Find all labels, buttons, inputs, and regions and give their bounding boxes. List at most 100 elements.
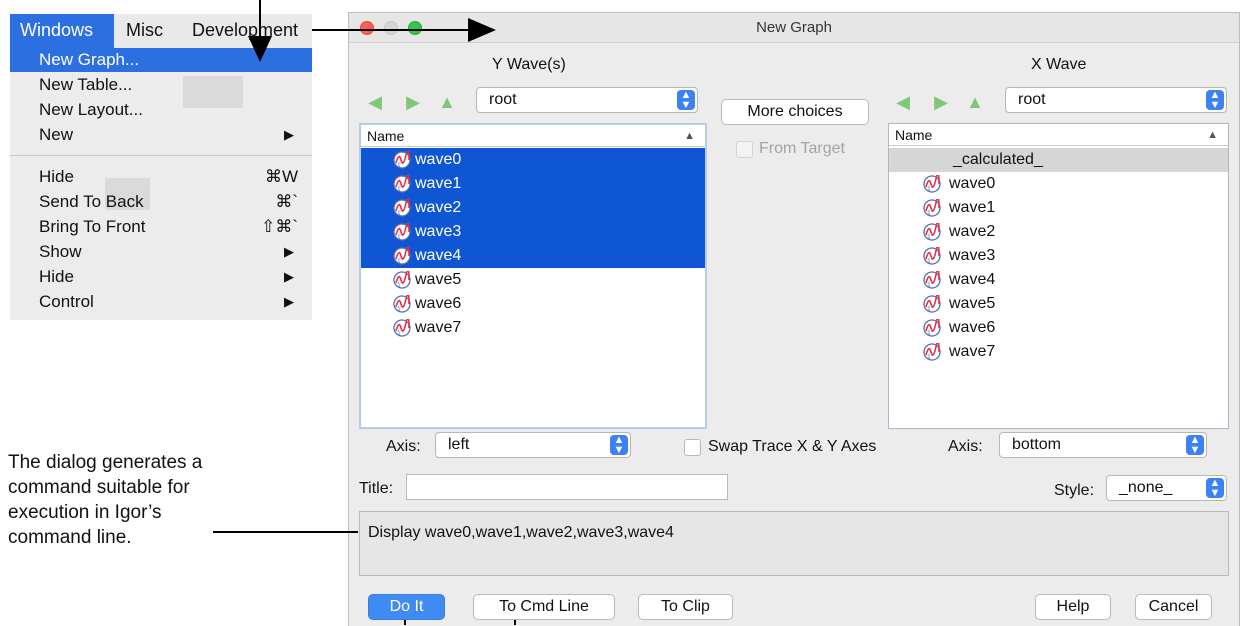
svg-text:1: 1 [927,210,931,217]
svg-text:1: 1 [397,330,401,337]
submenu-arrow-icon: ▶ [284,294,294,309]
list-item[interactable]: 1 wave6 [889,316,1228,340]
menu-item-hide-submenu[interactable]: Hide ▶ [10,265,312,289]
svg-text:1: 1 [927,186,931,193]
to-clip-button[interactable]: To Clip [638,594,733,620]
menu-item-send-to-back[interactable]: Send To Back ⌘` [10,190,312,214]
list-item[interactable]: 1 wave0 [889,172,1228,196]
menu-item-hide[interactable]: Hide ⌘W [10,165,312,189]
popup-stepper-icon: ▲ ▼ [1186,435,1204,456]
sort-ascending-icon: ▲ [1207,129,1218,141]
more-choices-button[interactable]: More choices [721,99,869,125]
menu-item-control[interactable]: Control ▶ [10,290,312,314]
left-axis-popup[interactable]: left ▲ ▼ [435,432,631,458]
title-input[interactable] [406,474,728,500]
up-arrow-icon[interactable]: ▲ [965,92,985,112]
wave-icon: 1 [393,220,411,241]
callout-line [213,531,358,533]
forward-arrow-icon[interactable]: ▶ [403,92,423,112]
back-arrow-icon[interactable]: ◀ [893,92,913,112]
windows-menu-dropdown: New Graph... New Table... New Layout... … [10,48,312,320]
annotation-line: execution in Igor’s [8,502,162,523]
list-item-calculated[interactable]: _calculated_ [889,148,1228,172]
from-target-checkbox[interactable] [736,141,753,158]
do-it-button[interactable]: Do It [368,594,445,620]
wave-icon: 1 [393,196,411,217]
menu-item-new-layout[interactable]: New Layout... [10,98,312,122]
wave-icon: 1 [923,196,941,217]
y-waves-list[interactable]: Name ▲ 1 wave0 1 wave1 1 wave2 1 wave3 1 wave4 1 wa… [359,123,707,429]
list-item[interactable]: 1 wave7 [361,316,705,340]
svg-text:1: 1 [397,186,401,193]
list-item[interactable]: 1 wave2 [361,196,705,220]
style-value: _none_ [1119,479,1173,496]
svg-text:1: 1 [927,354,931,361]
list-item[interactable]: 1 wave7 [889,340,1228,364]
title-label: Title: [359,480,394,497]
menu-item-bring-to-front[interactable]: Bring To Front ⇧⌘` [10,215,312,239]
list-item[interactable]: 1 wave0 [361,148,705,172]
command-text-area[interactable]: Display wave0,wave1,wave2,wave3,wave4 [359,511,1229,576]
list-item-label: wave6 [415,295,462,312]
list-item[interactable]: 1 wave4 [889,268,1228,292]
column-header-name: Name [895,127,933,143]
annotation-text: The dialog generates a command suitable … [8,450,338,550]
swap-axes-checkbox[interactable] [684,439,701,456]
menu-item-new[interactable]: New ▶ [10,123,312,147]
back-arrow-icon[interactable]: ◀ [365,92,385,112]
x-wave-list[interactable]: Name ▲ _calculated_ 1 wave0 1 wave1 1 wave2 1 w… [888,123,1229,429]
menu-item-label: Show [39,242,82,261]
svg-text:1: 1 [397,258,401,265]
menu-development[interactable]: Development [182,14,312,48]
callout-line [404,620,406,625]
y-folder-value: root [489,91,517,108]
list-item[interactable]: 1 wave4 [361,244,705,268]
list-item-label: wave7 [415,319,462,336]
menu-item-label: New Layout... [39,100,143,119]
list-item[interactable]: 1 wave3 [889,244,1228,268]
shortcut-label: ⇧⌘` [261,217,298,236]
wave-icon: 1 [393,292,411,313]
menu-item-new-table[interactable]: New Table... [10,73,312,97]
right-axis-popup[interactable]: bottom ▲ ▼ [999,432,1207,458]
x-folder-popup[interactable]: root ▲ ▼ [1005,87,1227,113]
menu-item-label: Hide [39,167,74,186]
list-item[interactable]: 1 wave5 [889,292,1228,316]
from-target-label: From Target [759,140,845,157]
forward-arrow-icon[interactable]: ▶ [931,92,951,112]
menu-misc[interactable]: Misc [116,14,178,48]
list-item[interactable]: 1 wave6 [361,292,705,316]
up-arrow-icon[interactable]: ▲ [437,92,457,112]
x-folder-value: root [1018,91,1046,108]
y-list-header[interactable]: Name ▲ [361,125,705,147]
svg-text:1: 1 [397,162,401,169]
list-item-label: wave4 [415,247,462,264]
list-item-label: wave4 [949,271,996,288]
list-item-label: wave3 [415,223,462,240]
list-item-label: wave0 [949,175,996,192]
wave-icon: 1 [923,268,941,289]
style-popup[interactable]: _none_ ▲ ▼ [1106,475,1227,501]
svg-text:1: 1 [927,234,931,241]
to-cmd-line-button[interactable]: To Cmd Line [473,594,615,620]
list-item[interactable]: 1 wave1 [361,172,705,196]
list-item[interactable]: 1 wave3 [361,220,705,244]
x-list-header[interactable]: Name ▲ [889,124,1228,146]
list-item[interactable]: 1 wave2 [889,220,1228,244]
y-folder-popup[interactable]: root ▲ ▼ [476,87,698,113]
column-header-name: Name [367,128,405,144]
callout-arrow-down-icon [248,36,272,62]
shortcut-label: ⌘W [264,167,298,186]
right-axis-label: Axis: [948,438,983,455]
popup-stepper-icon: ▲ ▼ [1206,90,1224,111]
menu-item-show[interactable]: Show ▶ [10,240,312,264]
list-item[interactable]: 1 wave1 [889,196,1228,220]
menu-windows[interactable]: Windows [10,14,114,48]
help-button[interactable]: Help [1035,594,1111,620]
menu-item-label: Bring To Front [39,217,146,236]
menu-item-label: New Graph... [39,50,140,69]
wave-icon: 1 [923,340,941,361]
annotation-line: command suitable for [8,477,190,498]
list-item[interactable]: 1 wave5 [361,268,705,292]
cancel-button[interactable]: Cancel [1135,594,1212,620]
